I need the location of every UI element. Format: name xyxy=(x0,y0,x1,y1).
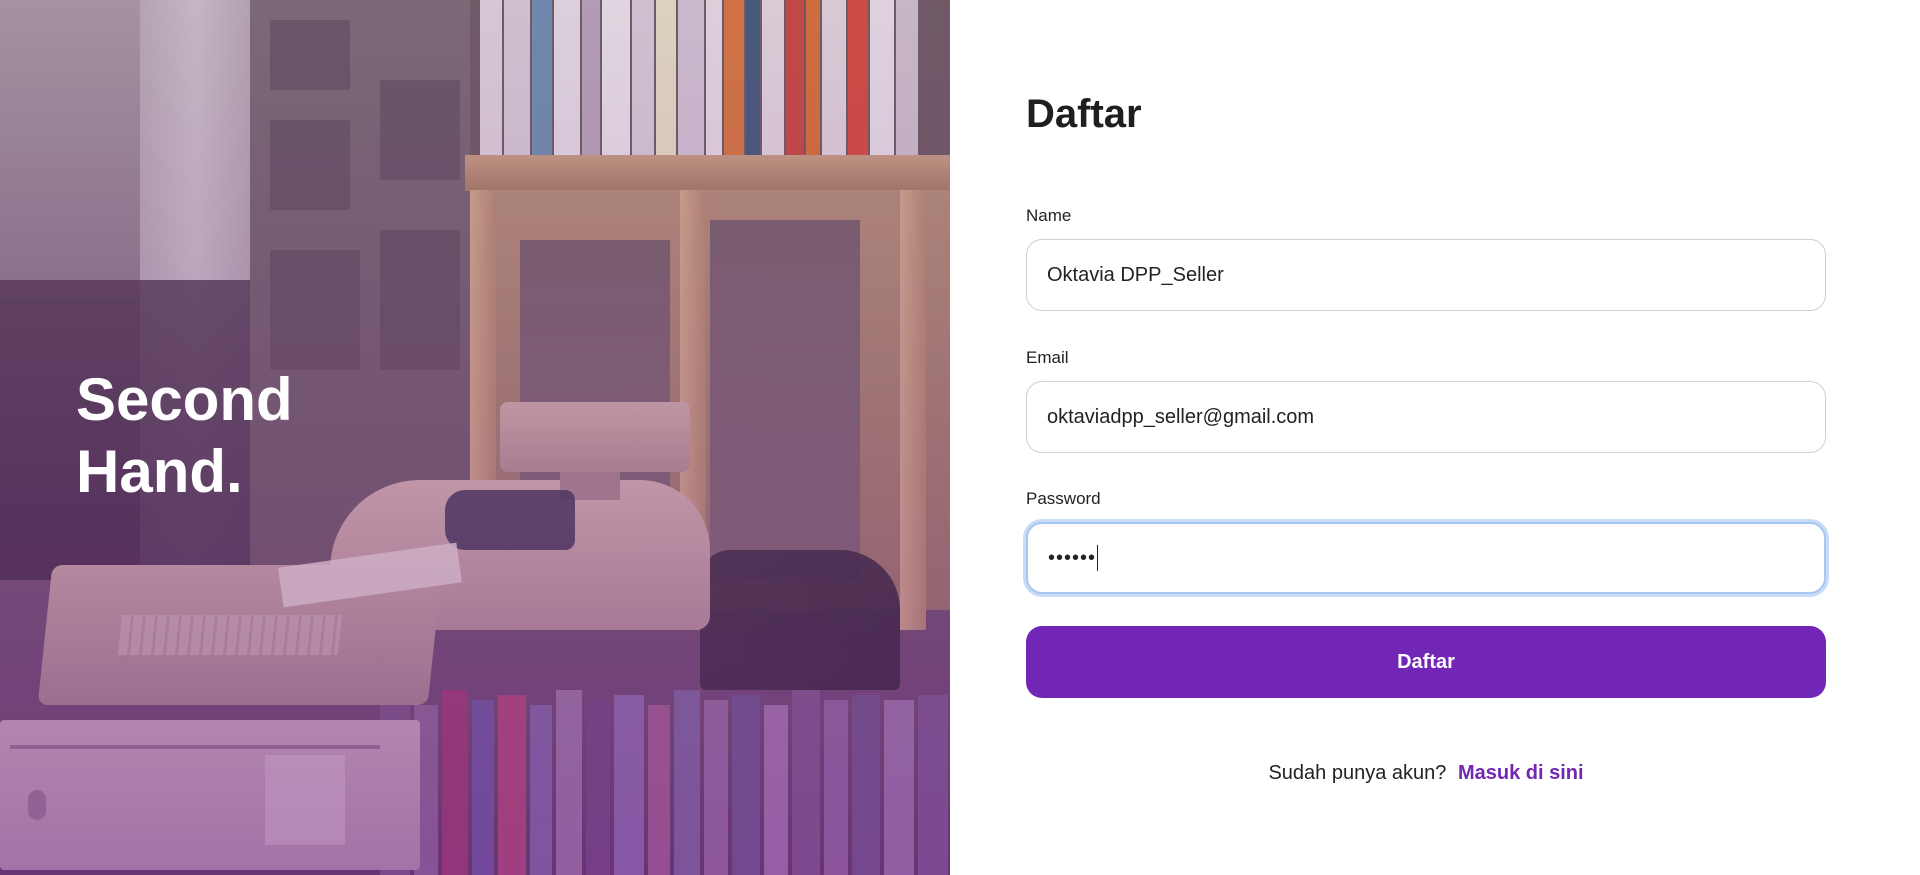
password-field[interactable]: •••••• xyxy=(1026,522,1826,594)
signin-prompt: Sudah punya akun? xyxy=(1268,762,1447,784)
name-field-value: Oktavia DPP_Seller xyxy=(1047,263,1224,286)
hero-image-panel: Second Hand. xyxy=(0,0,950,875)
page-title: Daftar xyxy=(1026,92,1142,136)
name-field[interactable]: Oktavia DPP_Seller xyxy=(1026,239,1826,311)
signin-row: Sudah punya akun? Masuk di sini xyxy=(1026,762,1826,785)
name-label: Name xyxy=(1026,206,1072,225)
hero-title: Second Hand. xyxy=(76,366,293,505)
register-button[interactable]: Daftar xyxy=(1026,626,1826,698)
email-field[interactable]: oktaviadpp_seller@gmail.com xyxy=(1026,381,1826,453)
password-label: Password xyxy=(1026,489,1101,508)
email-field-value: oktaviadpp_seller@gmail.com xyxy=(1047,405,1315,428)
password-field-value: •••••• xyxy=(1048,546,1097,569)
register-form-panel: Daftar Name Oktavia DPP_Seller Email okt… xyxy=(950,0,1920,875)
signin-link[interactable]: Masuk di sini xyxy=(1458,762,1584,784)
text-caret xyxy=(1097,545,1099,571)
email-label: Email xyxy=(1026,348,1069,367)
